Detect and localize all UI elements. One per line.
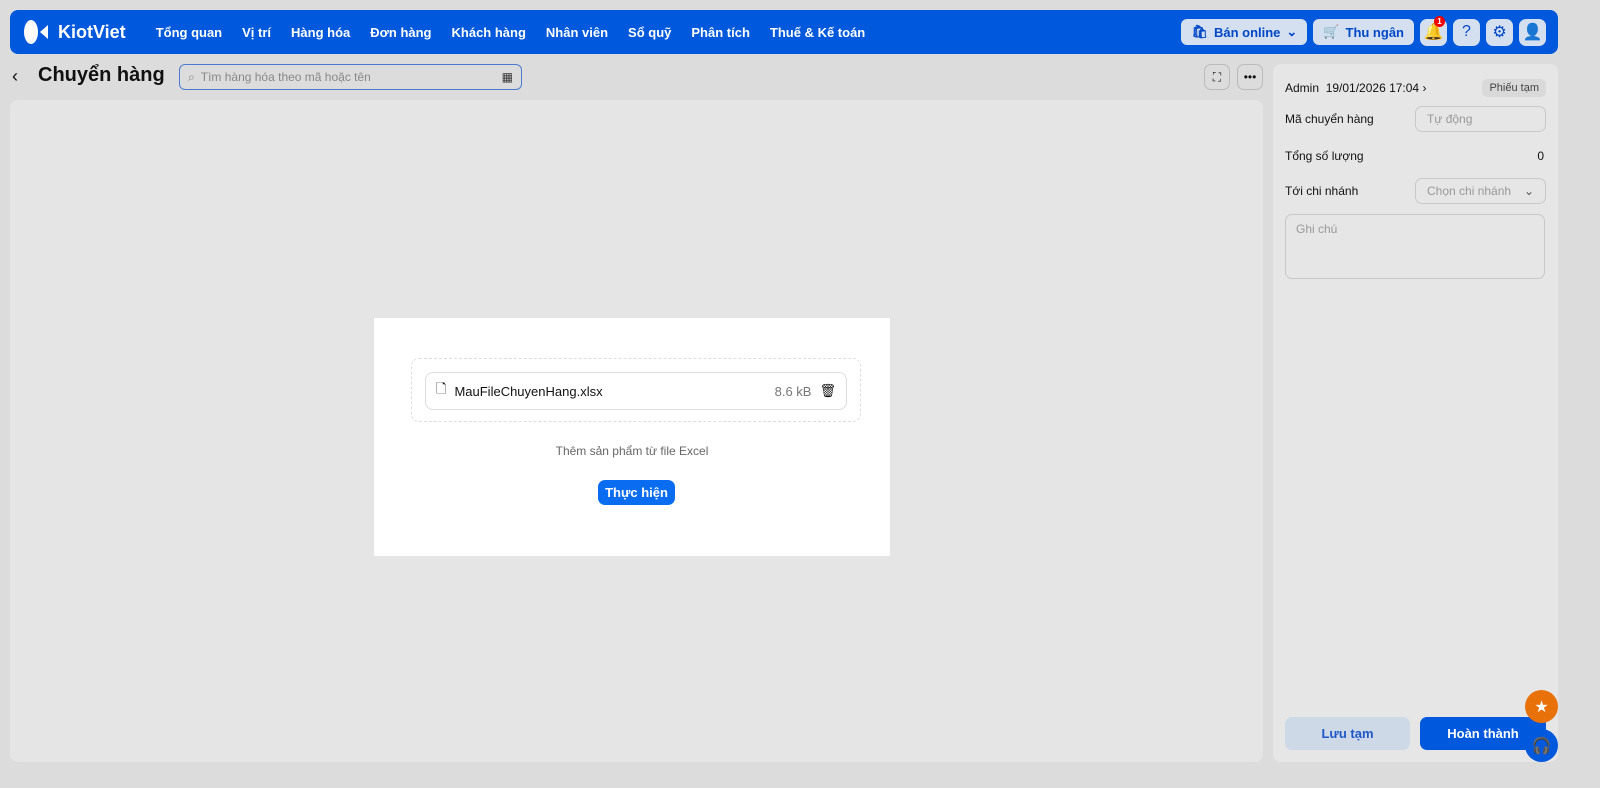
qty-value: 0	[1537, 149, 1544, 163]
help-icon: ?	[1462, 23, 1471, 40]
datetime[interactable]: 19/01/2026 17:04	[1326, 81, 1419, 95]
scan-button[interactable]: ⛶	[1204, 64, 1230, 90]
nav-thue-ke-toan[interactable]: Thuế & Kế toán	[770, 25, 865, 40]
nav-vi-tri[interactable]: Vị trí	[242, 25, 271, 40]
avatar[interactable]: 👤	[1519, 18, 1546, 46]
notification-badge: 1	[1434, 15, 1445, 27]
logo[interactable]: KiotViet	[22, 18, 126, 46]
note-placeholder: Ghi chú	[1296, 222, 1338, 236]
star-icon: ★	[1534, 698, 1549, 716]
online-label: Bán online	[1213, 24, 1281, 40]
chevron-down-icon: ⌄	[1523, 184, 1534, 198]
file-item: 🗋 MauFileChuyenHang.xlsx 8.6 kB 🗑	[425, 372, 847, 410]
search-icon: ⌕	[188, 69, 195, 84]
user-icon: 👤	[1522, 24, 1543, 41]
online-sales-button[interactable]: 🛍 Bán online ⌄	[1181, 19, 1308, 45]
branch-label: Tới chi nhánh	[1285, 184, 1359, 198]
file-name: MauFileChuyenHang.xlsx	[454, 383, 603, 399]
more-icon: •••	[1243, 70, 1257, 84]
more-button[interactable]: •••	[1237, 64, 1263, 90]
support-button[interactable]: 🎧	[1525, 729, 1558, 762]
save-draft-button[interactable]: Lưu tạm	[1285, 717, 1410, 750]
page-title: Chuyển hàng	[38, 64, 165, 86]
back-icon[interactable]: ‹	[12, 66, 18, 87]
grid-icon[interactable]: ▦	[502, 70, 513, 84]
file-size: 8.6 kB	[774, 383, 812, 399]
brand-name: KiotViet	[58, 21, 126, 42]
chevron-down-icon: ⌄	[1286, 24, 1298, 39]
search-placeholder: Tìm hàng hóa theo mã hoặc tên	[200, 70, 371, 84]
nav-don-hang[interactable]: Đơn hàng	[370, 25, 431, 40]
branch-select[interactable]: Chọn chi nhánh ⌄	[1415, 178, 1546, 204]
trash-icon[interactable]: 🗑	[819, 383, 836, 399]
search-input[interactable]: ⌕ Tìm hàng hóa theo mã hoặc tên ▦	[179, 64, 522, 90]
execute-button[interactable]: Thực hiện	[598, 480, 675, 505]
side-panel: Admin 19/01/2026 17:04 › Phiếu tạm Mã ch…	[1273, 64, 1558, 762]
import-hint: Thêm sản phẩm từ file Excel	[555, 444, 709, 458]
barcode-scan-icon: ⛶	[1212, 69, 1222, 84]
cashier-label: Thu ngân	[1345, 24, 1405, 40]
code-label: Mã chuyển hàng	[1285, 112, 1374, 126]
top-nav: KiotViet Tổng quan Vị trí Hàng hóa Đơn h…	[10, 10, 1558, 54]
code-placeholder: Tự động	[1427, 112, 1473, 126]
nav-nhan-vien[interactable]: Nhân viên	[546, 25, 608, 40]
gear-icon: ⚙	[1492, 24, 1507, 41]
shop-bag-icon: 🛍	[1191, 24, 1208, 39]
cart-icon: 🛒	[1323, 24, 1340, 39]
help-button[interactable]: ?	[1453, 18, 1480, 46]
branch-placeholder: Chọn chi nhánh	[1427, 184, 1512, 198]
user-name: Admin	[1285, 81, 1320, 95]
nav-khach-hang[interactable]: Khách hàng	[452, 25, 526, 40]
code-input[interactable]: Tự động	[1415, 106, 1546, 132]
nav-hang-hoa[interactable]: Hàng hóa	[291, 25, 350, 40]
qty-label: Tổng số lượng	[1285, 149, 1364, 163]
excel-file-icon: 🗋	[436, 381, 447, 396]
nav-phan-tich[interactable]: Phân tích	[691, 25, 750, 40]
note-textarea[interactable]: Ghi chú	[1285, 214, 1545, 279]
cashier-button[interactable]: 🛒 Thu ngân	[1313, 19, 1414, 45]
notification-button[interactable]: 🔔 1	[1420, 15, 1447, 46]
file-drop-zone[interactable]: 🗋 MauFileChuyenHang.xlsx 8.6 kB 🗑	[411, 358, 861, 422]
headset-icon: 🎧	[1531, 737, 1552, 755]
star-button[interactable]: ★	[1525, 690, 1558, 723]
import-dialog: 🗋 MauFileChuyenHang.xlsx 8.6 kB 🗑 Thêm s…	[374, 318, 890, 556]
status-badge: Phiếu tạm	[1482, 79, 1546, 97]
nav-so-quy[interactable]: Sổ quỹ	[628, 25, 671, 40]
nav-tong-quan[interactable]: Tổng quan	[156, 25, 222, 40]
chevron-right-icon[interactable]: ›	[1422, 81, 1426, 95]
kiotviet-logo-icon	[24, 20, 48, 44]
settings-button[interactable]: ⚙	[1486, 18, 1513, 46]
